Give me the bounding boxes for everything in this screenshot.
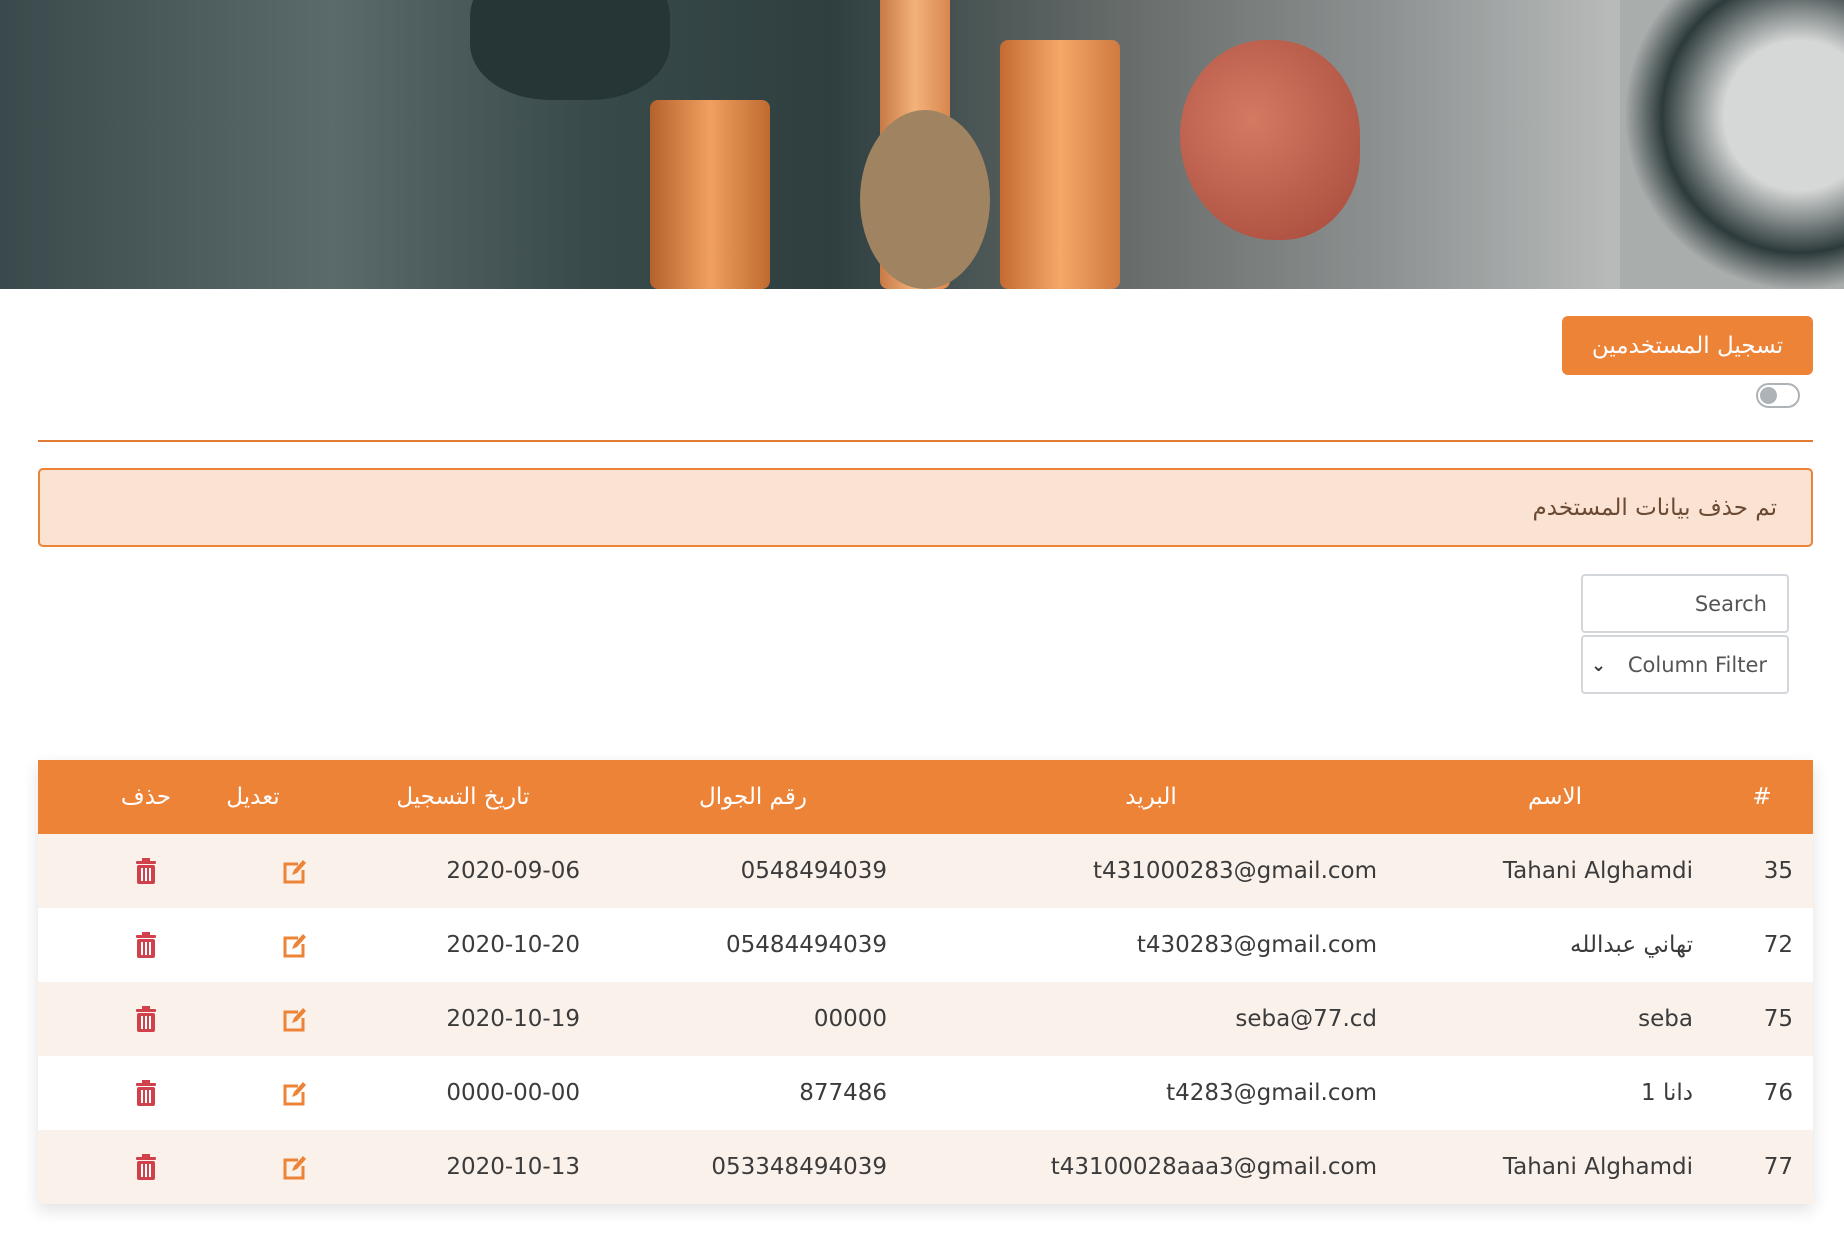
name-cell: Tahani Alghamdi (1502, 1154, 1693, 1180)
table-row: 2020-10-13 053348494039 t43100028aaa3@gm… (38, 1130, 1813, 1204)
header-name[interactable]: الاسم (1528, 760, 1582, 834)
name-cell: seba (1638, 1006, 1693, 1032)
alert-text: تم حذف بيانات المستخدم (1532, 494, 1778, 521)
email-cell: t43100028aaa3@gmail.com (1050, 1154, 1377, 1180)
trash-icon (136, 1154, 156, 1180)
edit-button[interactable] (282, 908, 306, 982)
background-shape (1620, 0, 1844, 289)
email-cell: t430283@gmail.com (1136, 932, 1377, 958)
chevron-down-icon: ⌄ (1591, 655, 1607, 676)
table-row: 2020-10-20 05484494039 t430283@gmail.com… (38, 908, 1813, 982)
table-row: 2020-10-19 00000 seba@77.cd seba 75 (38, 982, 1813, 1056)
edit-button[interactable] (282, 834, 306, 908)
phone-cell: 053348494039 (711, 1154, 887, 1180)
num-cell: 72 (1763, 932, 1793, 958)
table-row: 0000-00-00 877486 t4283@gmail.com دانا 1… (38, 1056, 1813, 1130)
header-date[interactable]: تاريخ التسجيل (396, 760, 529, 834)
num-cell: 76 (1763, 1080, 1793, 1106)
edit-button[interactable] (282, 982, 306, 1056)
search-placeholder: Search (1694, 591, 1767, 616)
brush-shape (1000, 40, 1120, 289)
name-cell: دانا 1 (1641, 1080, 1693, 1106)
trash-icon (136, 1006, 156, 1032)
trash-icon (136, 932, 156, 958)
delete-button[interactable] (134, 1056, 158, 1130)
column-filter-label: Column Filter (1627, 652, 1767, 677)
alert-message: تم حذف بيانات المستخدم (38, 468, 1813, 547)
header-delete: حذف (120, 784, 172, 810)
email-cell: t431000283@gmail.com (1092, 858, 1377, 884)
sponge-shape (1180, 40, 1360, 240)
edit-icon (283, 1082, 306, 1106)
register-users-button[interactable]: تسجيل المستخدمين (1562, 316, 1813, 375)
date-cell: 2020-10-19 (446, 1006, 580, 1032)
brush-shape (650, 100, 770, 289)
phone-cell: 05484494039 (726, 932, 887, 958)
delete-button[interactable] (134, 982, 158, 1056)
date-cell: 2020-09-06 (446, 858, 580, 884)
header-email[interactable]: البريد (1125, 760, 1177, 834)
name-cell: تهاني عبدالله (1570, 932, 1693, 958)
phone-cell: 877486 (799, 1080, 887, 1106)
column-filter-select[interactable]: ⌄ Column Filter (1581, 635, 1789, 694)
toggle-switch[interactable] (1756, 383, 1800, 408)
email-cell: t4283@gmail.com (1166, 1080, 1377, 1106)
phone-cell: 0548494039 (740, 858, 887, 884)
table-header: حذف تعديل تاريخ التسجيل رقم الجوال البري… (38, 760, 1813, 834)
edit-button[interactable] (282, 1056, 306, 1130)
name-cell: Tahani Alghamdi (1502, 858, 1693, 884)
delete-button[interactable] (134, 908, 158, 982)
header-edit: تعديل (226, 784, 280, 810)
delete-button[interactable] (134, 1130, 158, 1204)
users-table: حذف تعديل تاريخ التسجيل رقم الجوال البري… (38, 760, 1813, 1204)
trash-icon (136, 858, 156, 884)
num-cell: 75 (1763, 1006, 1793, 1032)
brush-shape (860, 110, 990, 289)
trash-icon (136, 1080, 156, 1106)
header-num[interactable]: # (1752, 760, 1771, 834)
divider (38, 440, 1813, 442)
num-cell: 77 (1763, 1154, 1793, 1180)
header-phone[interactable]: رقم الجوال (699, 760, 807, 834)
table-row: 2020-09-06 0548494039 t431000283@gmail.c… (38, 834, 1813, 908)
edit-icon (283, 1156, 306, 1180)
num-cell: 35 (1763, 858, 1793, 884)
brush-shape (470, 0, 670, 100)
edit-button[interactable] (282, 1130, 306, 1204)
edit-icon (283, 860, 306, 884)
hero-banner-image (0, 0, 1844, 289)
edit-icon (283, 934, 306, 958)
delete-button[interactable] (134, 834, 158, 908)
date-cell: 0000-00-00 (446, 1080, 580, 1106)
phone-cell: 00000 (813, 1006, 887, 1032)
email-cell: seba@77.cd (1235, 1006, 1377, 1032)
date-cell: 2020-10-20 (446, 932, 580, 958)
edit-icon (283, 1008, 306, 1032)
date-cell: 2020-10-13 (446, 1154, 580, 1180)
search-input[interactable]: Search (1581, 574, 1789, 633)
